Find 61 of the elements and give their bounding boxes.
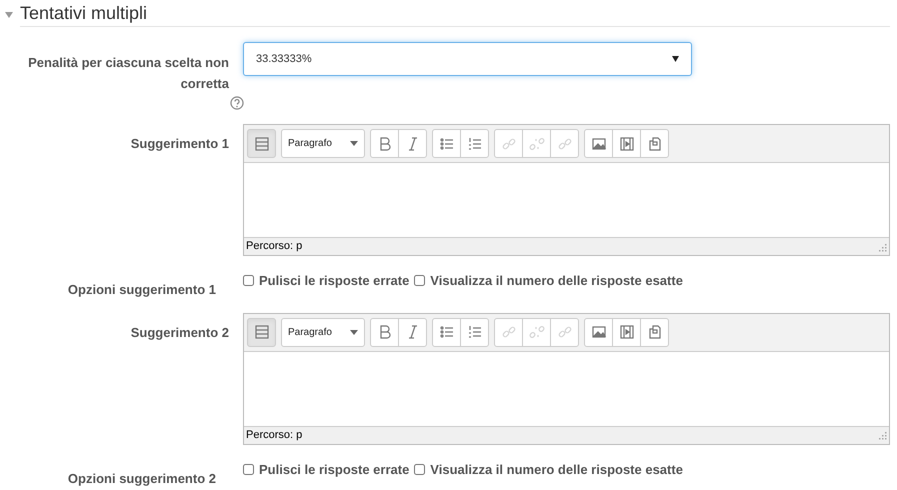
toolbar-button[interactable]	[584, 318, 613, 346]
toolbar-button[interactable]	[398, 129, 427, 158]
element-path: Percorso: p	[246, 428, 302, 443]
toolbar-button[interactable]	[612, 129, 641, 158]
numbered-list-icon	[466, 136, 482, 152]
link-icon	[500, 324, 516, 340]
penalty-select[interactable]: 33.33333%	[243, 42, 692, 76]
toolbar-button[interactable]	[584, 129, 613, 158]
checkbox[interactable]	[243, 275, 254, 286]
numbered-list-icon	[466, 324, 482, 340]
field-label: Suggerimento 1	[130, 135, 229, 153]
toolbar-button[interactable]	[247, 318, 276, 346]
caret-icon	[5, 12, 13, 18]
toolbar-button[interactable]	[398, 318, 427, 346]
bulleted-list-icon	[438, 324, 454, 340]
toolbar-toggle-icon	[254, 136, 270, 152]
toolbar-button[interactable]	[460, 318, 489, 346]
unlink-icon	[528, 324, 544, 340]
image-icon	[590, 324, 606, 340]
format-dropdown[interactable]: Paragrafo	[281, 129, 365, 158]
files-icon	[646, 324, 662, 340]
film-icon	[618, 136, 634, 152]
field-label: Opzioni suggerimento 2	[68, 470, 216, 488]
element-path: Percorso: p	[246, 239, 302, 254]
format-dropdown[interactable]: Paragrafo	[281, 318, 365, 346]
collapse-toggle[interactable]	[4, 12, 14, 18]
toolbar-button[interactable]	[640, 129, 669, 158]
files-icon	[646, 136, 662, 152]
field-label: Opzioni suggerimento 1	[68, 281, 216, 299]
checkbox-label: Pulisci le risposte errate	[259, 460, 410, 479]
image-icon	[590, 136, 606, 152]
toolbar-toggle-icon	[254, 324, 270, 340]
checkbox-label: Visualizza il numero delle risposte esatte	[430, 272, 683, 290]
toolbar-button[interactable]	[612, 318, 641, 346]
checkbox[interactable]	[243, 464, 254, 475]
film-icon	[618, 324, 634, 340]
toolbar-button[interactable]	[432, 129, 461, 158]
help-icon[interactable]	[230, 96, 244, 110]
chain-icon	[556, 136, 572, 152]
checkbox[interactable]	[414, 275, 426, 286]
dropdown-arrow-icon	[672, 56, 679, 62]
link-icon	[500, 136, 516, 152]
toolbar-button[interactable]	[460, 129, 489, 158]
field-label: Penalità per ciascuna scelta non corretta	[27, 54, 229, 93]
toolbar-button[interactable]	[432, 318, 461, 346]
chain-icon	[556, 324, 572, 340]
resize-handle-icon[interactable]	[877, 242, 887, 252]
toolbar-button[interactable]	[247, 129, 276, 158]
checkbox-label: Visualizza il numero delle risposte esatte	[430, 460, 683, 479]
resize-handle-icon[interactable]	[877, 430, 887, 440]
bulleted-list-icon	[438, 136, 454, 152]
checkbox-label: Pulisci le risposte errate	[259, 272, 410, 290]
caret-icon	[350, 141, 358, 146]
toolbar-button[interactable]	[370, 318, 399, 346]
caret-icon	[350, 330, 358, 334]
unlink-icon	[528, 136, 544, 152]
toolbar-button[interactable]	[370, 129, 399, 158]
section-heading: Tentativi multipli	[20, 2, 890, 27]
field-label: Suggerimento 2	[130, 324, 229, 342]
checkbox[interactable]	[414, 464, 426, 475]
toolbar-button[interactable]	[640, 318, 669, 346]
